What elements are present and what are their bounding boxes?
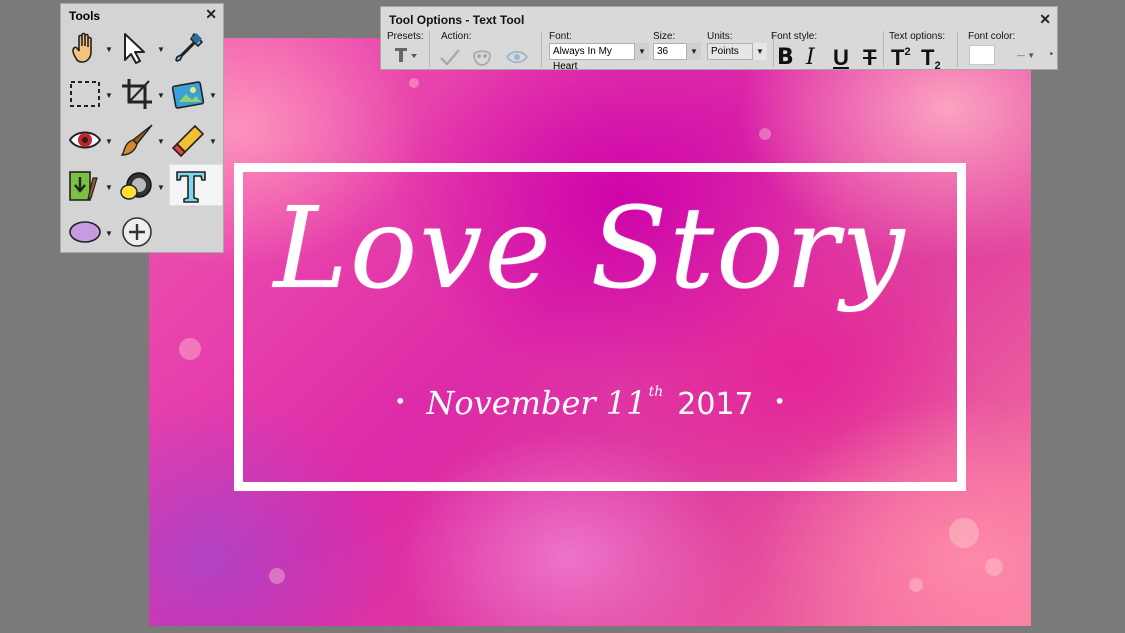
crop-icon bbox=[122, 79, 152, 109]
eraser-tool-button[interactable]: ▼ bbox=[169, 120, 217, 160]
preview-eye-icon[interactable] bbox=[505, 49, 529, 65]
bullet-left: • bbox=[394, 389, 407, 413]
text-t-icon bbox=[176, 171, 206, 203]
date-suffix: th bbox=[648, 384, 664, 400]
plus-circle-icon bbox=[122, 217, 152, 247]
units-label: Units: bbox=[707, 31, 733, 42]
arrow-pointer-icon bbox=[124, 33, 145, 64]
superscript-t: T bbox=[891, 45, 905, 70]
shape-tool-button[interactable]: ▼ bbox=[65, 212, 113, 252]
dropdown-arrow[interactable]: ▼ bbox=[105, 91, 113, 100]
action-label: Action: bbox=[441, 31, 472, 42]
dropdown-arrow[interactable]: ▼ bbox=[105, 137, 113, 146]
underline-button[interactable]: U bbox=[833, 45, 849, 71]
date-month: November 11 bbox=[426, 384, 647, 422]
canvas-date-text[interactable]: • November 11th 2017 • bbox=[149, 384, 1031, 422]
text-options-label: Text options: bbox=[889, 31, 946, 42]
dropdown-arrow[interactable]: ▼ bbox=[209, 137, 217, 146]
dropdown-arrow[interactable]: ▼ bbox=[157, 45, 165, 54]
fill-tool-button[interactable]: ▼ bbox=[65, 166, 113, 206]
hand-tool-button[interactable]: ▼ bbox=[65, 28, 113, 68]
red-eye-tool-button[interactable]: ▼ bbox=[65, 120, 113, 160]
fill-bucket-icon bbox=[69, 171, 98, 201]
canvas-title-text[interactable]: Love Story bbox=[149, 193, 1031, 305]
size-input[interactable]: 36 bbox=[653, 43, 687, 60]
tool-options-close-button[interactable]: ✕ bbox=[1039, 11, 1051, 28]
units-dropdown-arrow[interactable]: ▼ bbox=[753, 43, 767, 60]
text-tool-button[interactable] bbox=[169, 164, 223, 206]
font-color-label: Font color: bbox=[968, 31, 1016, 42]
separator bbox=[957, 31, 958, 67]
options-overflow-icon[interactable]: ‣ bbox=[1049, 49, 1054, 60]
add-tool-button[interactable] bbox=[117, 212, 163, 252]
separator bbox=[541, 31, 542, 67]
size-dropdown-arrow[interactable]: ▼ bbox=[687, 43, 701, 60]
image-canvas[interactable]: Love Story • November 11th 2017 • bbox=[149, 38, 1031, 626]
selection-tool-button[interactable]: ▼ bbox=[65, 74, 113, 114]
italic-button[interactable]: I bbox=[806, 45, 815, 71]
mask-icon[interactable] bbox=[471, 47, 493, 67]
tool-options-title[interactable]: Tool Options - Text Tool bbox=[389, 13, 524, 27]
paint-brush-icon bbox=[120, 124, 153, 156]
tools-panel: Tools ✕ ▼ ▼ ▼ ▼ ▼ ▼ ▼ ▼ ▼ ▼ ▼ bbox=[60, 3, 224, 253]
presets-dropdown[interactable] bbox=[393, 45, 421, 65]
dropdown-arrow[interactable]: ▼ bbox=[157, 91, 165, 100]
ellipse-shape-icon bbox=[69, 221, 101, 243]
font-label: Font: bbox=[549, 31, 572, 42]
font-color-swatch[interactable] bbox=[969, 45, 995, 65]
font-dropdown-arrow[interactable]: ▼ bbox=[635, 43, 649, 60]
superscript-button[interactable]: T2 bbox=[891, 45, 911, 71]
marquee-selection-icon bbox=[70, 81, 100, 107]
subscript-t: T bbox=[921, 45, 935, 70]
eraser-icon bbox=[171, 124, 205, 158]
paint-splatter bbox=[409, 78, 419, 88]
crop-tool-button[interactable]: ▼ bbox=[117, 74, 165, 114]
superscript-2-glyph: 2 bbox=[904, 46, 911, 58]
eyedropper-icon bbox=[175, 33, 203, 62]
separator bbox=[429, 31, 430, 67]
eye-icon bbox=[68, 131, 102, 149]
paint-splatter bbox=[269, 568, 285, 584]
tools-panel-header[interactable]: Tools ✕ bbox=[61, 4, 223, 26]
font-color-dropdown[interactable]: — ▼ bbox=[1017, 51, 1035, 60]
image-tool-button[interactable]: ▼ bbox=[169, 74, 217, 114]
bold-button[interactable]: B bbox=[777, 45, 794, 71]
dropdown-arrow[interactable]: ▼ bbox=[157, 137, 165, 146]
strikethrough-button[interactable]: T bbox=[863, 45, 876, 71]
dropdown-arrow[interactable]: ▼ bbox=[105, 183, 113, 192]
tools-close-button[interactable]: ✕ bbox=[205, 6, 217, 23]
subscript-button[interactable]: T2 bbox=[921, 45, 941, 72]
tools-panel-title: Tools bbox=[69, 9, 101, 23]
bullet-right: • bbox=[773, 389, 786, 413]
color-replacer-icon bbox=[120, 172, 152, 200]
date-year: 2017 bbox=[677, 387, 754, 422]
separator bbox=[883, 31, 884, 67]
pointer-tool-button[interactable]: ▼ bbox=[117, 28, 165, 68]
color-tool-button[interactable]: ▼ bbox=[117, 166, 165, 206]
paint-splatter bbox=[909, 578, 923, 592]
dropdown-arrow[interactable]: ▼ bbox=[105, 229, 113, 238]
subscript-2-glyph: 2 bbox=[934, 60, 941, 72]
size-label: Size: bbox=[653, 31, 676, 42]
picture-icon bbox=[171, 81, 205, 109]
apply-checkmark-icon[interactable] bbox=[439, 47, 461, 67]
tool-options-panel: Tool Options - Text Tool ✕ Presets: Acti… bbox=[380, 6, 1058, 72]
paint-splatter bbox=[759, 128, 771, 140]
eyedropper-tool-button[interactable] bbox=[169, 28, 215, 68]
dropdown-arrow[interactable]: ▼ bbox=[209, 91, 217, 100]
paint-splatter bbox=[179, 338, 201, 360]
paint-brush-tool-button[interactable]: ▼ bbox=[117, 120, 165, 160]
dropdown-arrow[interactable]: ▼ bbox=[105, 45, 113, 54]
paint-splatter bbox=[949, 518, 979, 548]
presets-label: Presets: bbox=[387, 31, 424, 42]
units-select[interactable]: Points bbox=[707, 43, 753, 60]
font-select[interactable]: Always In My Heart bbox=[549, 43, 635, 72]
dropdown-arrow[interactable]: ▼ bbox=[157, 183, 165, 192]
hand-icon bbox=[72, 32, 92, 63]
paint-splatter bbox=[985, 558, 1003, 576]
font-style-label: Font style: bbox=[771, 31, 818, 42]
text-preset-icon bbox=[395, 48, 417, 62]
